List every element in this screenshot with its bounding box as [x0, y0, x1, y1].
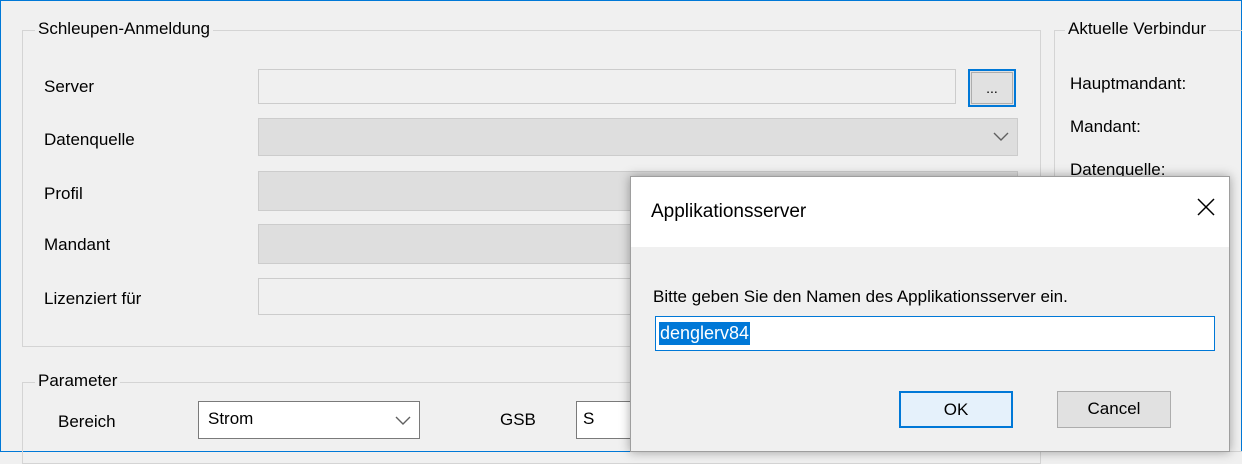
close-icon[interactable]: [1195, 196, 1217, 218]
datenquelle-label: Datenquelle: [44, 130, 135, 149]
server-input[interactable]: [258, 69, 956, 104]
login-group-title: Schleupen-Anmeldung: [35, 19, 214, 39]
chevron-down-icon: [395, 416, 411, 425]
bereich-value: Strom: [208, 409, 254, 428]
mandant-label: Mandant: [44, 235, 111, 254]
gsb-label: GSB: [500, 410, 536, 429]
server-name-value: denglerv84: [659, 322, 751, 345]
chevron-down-icon: [993, 132, 1009, 141]
datenquelle-dropdown[interactable]: [258, 118, 1018, 156]
dialog-titlebar: Applikationsserver: [631, 177, 1229, 247]
browse-server-button[interactable]: ...: [968, 69, 1016, 107]
applikationsserver-dialog: Applikationsserver Bitte geben Sie den N…: [630, 176, 1230, 452]
server-label: Server: [44, 77, 95, 96]
ok-button[interactable]: OK: [899, 391, 1013, 428]
connection-group-title: Aktuelle Verbindur: [1065, 19, 1209, 39]
parameter-group-title: Parameter: [35, 371, 121, 391]
lizenziert-label: Lizenziert für: [44, 289, 142, 308]
bereich-label: Bereich: [58, 412, 116, 431]
cancel-button[interactable]: Cancel: [1057, 391, 1171, 428]
bereich-dropdown[interactable]: Strom: [198, 401, 420, 439]
dialog-prompt: Bitte geben Sie den Namen des Applikatio…: [653, 287, 1068, 306]
gsb-value: S: [583, 409, 595, 428]
server-name-input[interactable]: denglerv84: [655, 316, 1215, 351]
connection-mandant-label: Mandant:: [1070, 117, 1141, 136]
dialog-title: Applikationsserver: [651, 201, 807, 222]
hauptmandant-label: Hauptmandant:: [1070, 74, 1187, 93]
profil-label: Profil: [44, 184, 83, 203]
